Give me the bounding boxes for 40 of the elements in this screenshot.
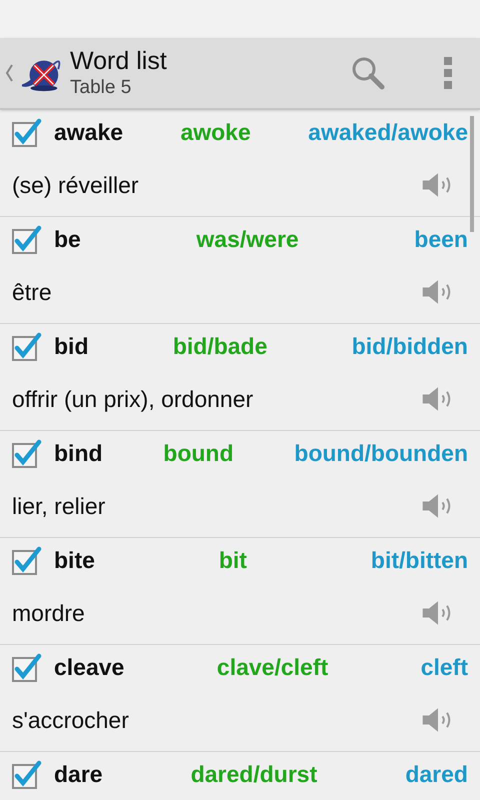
base-form: bid <box>54 332 88 361</box>
participle-form: dared <box>405 760 468 789</box>
checkbox[interactable] <box>12 545 42 575</box>
past-form: awoke <box>180 118 251 147</box>
scrollbar-thumb[interactable] <box>470 116 474 232</box>
translation: offrir (un prix), ordonner <box>12 384 254 414</box>
base-form: be <box>54 224 81 254</box>
participle-form: awaked/awoke <box>308 118 468 147</box>
translation: (se) réveiller <box>12 170 139 200</box>
window-subtitle: Table 5 <box>70 78 132 97</box>
past-form: clave/cleft <box>216 652 328 682</box>
past-form: bit <box>218 546 247 575</box>
base-form: cleave <box>54 652 124 682</box>
past-form: dared/durst <box>190 760 318 789</box>
translation: lier, relier <box>12 492 106 521</box>
participle-form: been <box>414 224 468 254</box>
checkbox[interactable] <box>12 759 42 789</box>
checkbox[interactable] <box>12 652 42 682</box>
past-form: bid/bade <box>172 332 268 361</box>
participle-form: bit/bitten <box>370 546 468 575</box>
past-form: bound <box>163 438 234 468</box>
base-form: dare <box>54 760 103 789</box>
base-form: bite <box>54 546 95 575</box>
checkbox[interactable] <box>12 224 42 254</box>
past-form: was/were <box>196 224 299 254</box>
checkbox[interactable] <box>12 331 42 361</box>
overflow-menu-icon[interactable] <box>444 57 452 89</box>
base-form: awake <box>54 118 124 147</box>
translation: être <box>12 278 52 307</box>
back-chevron-icon[interactable] <box>4 63 14 83</box>
window-title: Word list <box>70 49 167 74</box>
participle-form: bound/bounden <box>294 438 468 468</box>
base-form: bind <box>54 438 103 468</box>
translation: mordre <box>12 598 85 628</box>
translation: s'accrocher <box>12 706 129 735</box>
checkbox[interactable] <box>12 117 42 147</box>
participle-form: cleft <box>420 652 468 682</box>
participle-form: bid/bidden <box>352 332 468 361</box>
search-icon[interactable] <box>350 55 386 91</box>
checkbox[interactable] <box>12 438 42 468</box>
